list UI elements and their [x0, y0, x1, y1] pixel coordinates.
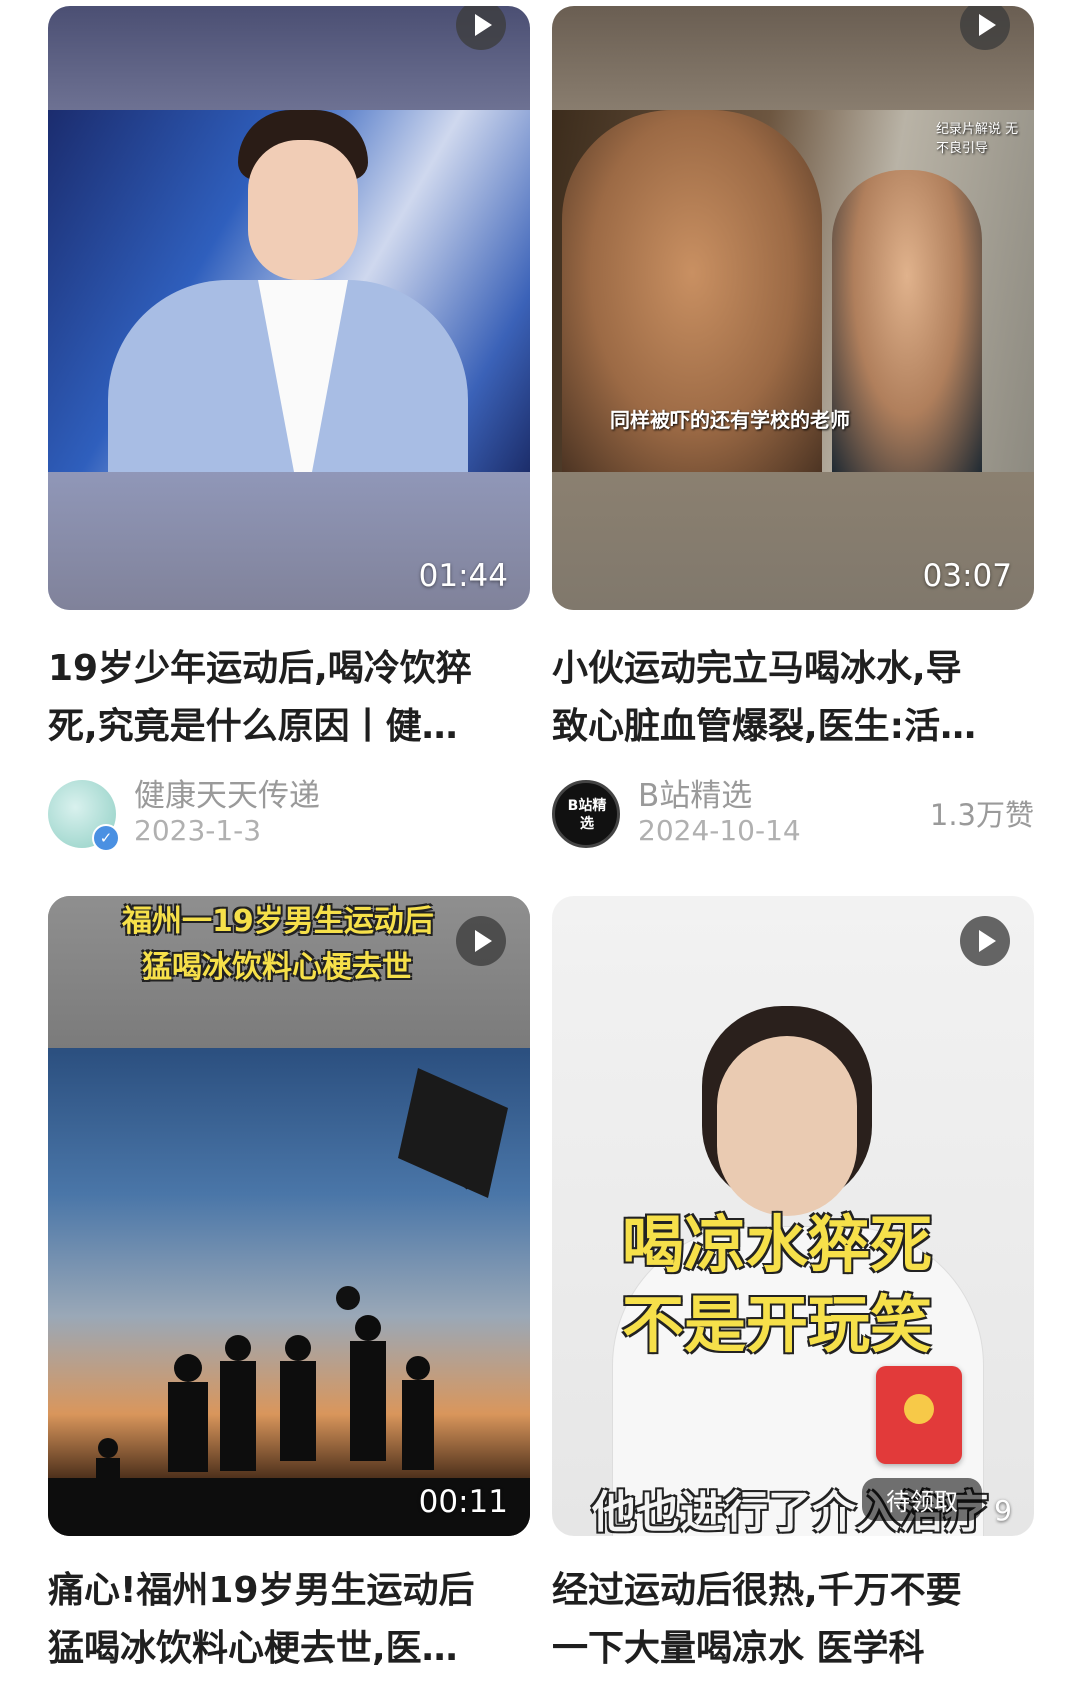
avatar-text: B站精选	[567, 798, 607, 832]
video-duration: 01:44	[418, 558, 508, 594]
red-packet-widget[interactable]: 待领取	[862, 1366, 982, 1526]
video-card-3[interactable]: 福州一19岁男生运动后 猛喝冰饮料心梗去世 00:11 痛心!福州19岁男生运动…	[48, 896, 530, 1701]
video-card-4[interactable]: 喝凉水猝死 不是开玩笑 他也进行了介入治疗 待领取 9 经过运动后很热,千万不要…	[552, 896, 1034, 1701]
play-icon[interactable]	[960, 916, 1010, 966]
watermark-text: 纪录片解说 无不良引导	[936, 122, 1019, 156]
author-row: B站精选 B站精选 2024-10-14 1.3万赞	[552, 770, 1034, 850]
caption-line-1: 喝凉水猝死	[622, 1208, 933, 1281]
person-right	[832, 170, 982, 472]
video-title-line-1: 痛心!福州19岁男生运动后	[48, 1570, 475, 1611]
caption-line-2: 猛喝冰饮料心梗去世	[142, 950, 412, 985]
publish-date: 2024-10-14	[638, 814, 801, 847]
video-title[interactable]: 经过运动后很热,千万不要 一下大量喝凉水 医学科	[552, 1562, 1034, 1678]
caption-line-2: 不是开玩笑	[622, 1288, 933, 1361]
play-icon[interactable]	[456, 6, 506, 50]
video-thumbnail[interactable]: 纪录片解说 无不良引导 同样被吓的还有学校的老师 03:07	[552, 6, 1034, 610]
video-title-line-2: 一下大量喝凉水 医学科	[552, 1628, 925, 1669]
video-thumbnail[interactable]: 福州一19岁男生运动后 猛喝冰饮料心梗去世 00:11	[48, 896, 530, 1536]
caption-line-1: 福州一19岁男生运动后	[122, 904, 434, 939]
red-packet-label[interactable]: 待领取	[862, 1478, 982, 1521]
like-count: 1.3万赞	[929, 798, 1034, 832]
video-card-2[interactable]: 纪录片解说 无不良引导 同样被吓的还有学校的老师 03:07 小伙运动完立马喝冰…	[552, 6, 1034, 848]
video-card-1[interactable]: 01:44 19岁少年运动后,喝冷饮猝 死,究竟是什么原因丨健… ✓ 健康天天传…	[48, 6, 530, 852]
red-packet-icon[interactable]	[876, 1366, 962, 1464]
video-title-line-1: 小伙运动完立马喝冰水,导	[552, 648, 962, 689]
play-icon[interactable]	[456, 916, 506, 966]
play-icon[interactable]	[960, 6, 1010, 50]
video-title[interactable]: 19岁少年运动后,喝冷饮猝 死,究竟是什么原因丨健…	[48, 640, 530, 756]
video-title-line-2: 死,究竟是什么原因丨健…	[48, 706, 458, 747]
video-title-line-1: 经过运动后很热,千万不要	[552, 1570, 962, 1611]
author-row: ✓ 健康天天传递 2023-1-3	[48, 770, 530, 852]
publish-date: 2023-1-3	[134, 814, 262, 847]
video-thumbnail[interactable]: 喝凉水猝死 不是开玩笑 他也进行了介入治疗 待领取 9	[552, 896, 1034, 1536]
video-duration: 00:11	[418, 1484, 508, 1520]
author-name[interactable]: 健康天天传递	[134, 770, 320, 815]
author-avatar[interactable]: B站精选	[552, 780, 620, 848]
corner-number: 9	[994, 1494, 1012, 1527]
video-title-line-2: 猛喝冰饮料心梗去世,医…	[48, 1628, 458, 1669]
video-title[interactable]: 小伙运动完立马喝冰水,导 致心脏血管爆裂,医生:活…	[552, 640, 1034, 756]
video-thumbnail[interactable]: 01:44	[48, 6, 530, 610]
video-title[interactable]: 痛心!福州19岁男生运动后 猛喝冰饮料心梗去世,医…	[48, 1562, 530, 1678]
video-subtitle: 同样被吓的还有学校的老师	[610, 408, 850, 432]
news-anchor-figure	[108, 110, 468, 472]
video-title-line-1: 19岁少年运动后,喝冷饮猝	[48, 648, 472, 689]
basketball-silhouette	[48, 1068, 530, 1536]
video-duration: 03:07	[922, 558, 1012, 594]
video-title-line-2: 致心脏血管爆裂,医生:活…	[552, 706, 977, 747]
author-name[interactable]: B站精选	[638, 770, 752, 815]
verified-icon: ✓	[92, 824, 120, 852]
